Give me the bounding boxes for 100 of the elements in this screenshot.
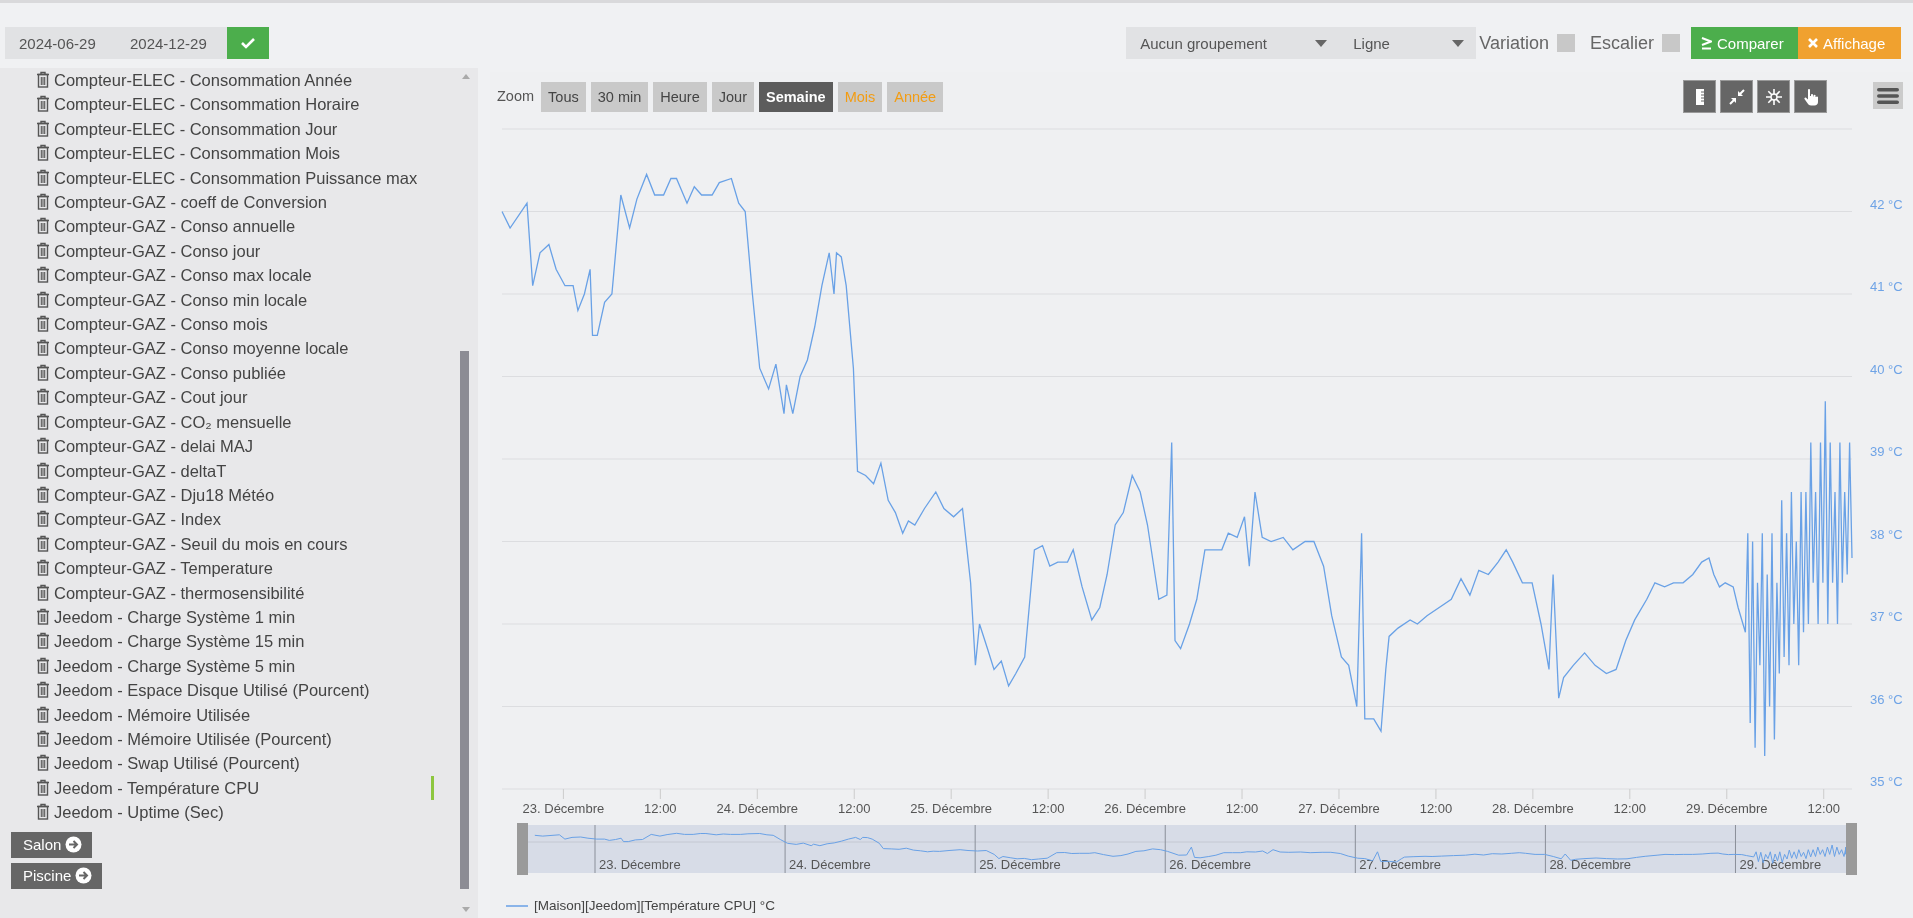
compress-arrows-icon (1728, 88, 1745, 105)
trash-icon (36, 144, 50, 162)
sidebar-item[interactable]: Jeedom - Espace Disque Utilisé (Pourcent) (36, 678, 434, 703)
sidebar-item[interactable]: Compteur-GAZ - Seuil du mois en cours (36, 531, 434, 557)
room-button[interactable]: Piscine (11, 862, 103, 889)
checkbox[interactable] (1662, 34, 1680, 52)
sidebar-item[interactable]: Compteur-ELEC - Consommation Jour (36, 116, 434, 142)
sidebar-item[interactable]: Compteur-ELEC - Consommation Année (36, 68, 434, 93)
room-button[interactable]: Salon (11, 831, 93, 858)
sidebar-item[interactable]: Jeedom - Uptime (Sec) (36, 800, 434, 825)
sidebar-item[interactable]: Compteur-GAZ - thermosensibilité (36, 580, 434, 605)
axis-label: 12:00 (1807, 801, 1840, 816)
arrow-circle-icon (65, 836, 83, 854)
sidebar-item[interactable]: Compteur-GAZ - Index (36, 507, 434, 532)
legend-item[interactable]: [Maison][Jeedom][Température CPU] °C (506, 898, 775, 913)
pointer-button[interactable] (1794, 80, 1827, 113)
axis-label: 28. Décembre (1492, 801, 1574, 816)
line-icon (506, 903, 528, 908)
sidebar-item[interactable]: Compteur-GAZ - deltaT (36, 458, 434, 483)
axis-label: 12:00 (1419, 801, 1453, 816)
arrow-circle-icon (75, 867, 93, 885)
sidebar-item[interactable]: Compteur-GAZ - Conso moyenne locale (36, 336, 434, 361)
axis-label: 40 °C (1870, 361, 1903, 377)
sidebar-item[interactable]: Compteur-GAZ - Conso publiée (36, 360, 434, 386)
sidebar-item[interactable]: Compteur-GAZ - Conso min locale (36, 287, 434, 313)
start-date-field[interactable]: 2024-06-29 (5, 27, 116, 59)
axis-label: 42 °C (1870, 196, 1903, 212)
sidebar-item[interactable]: Jeedom - Mémoire Utilisée (36, 702, 434, 727)
trash-icon (36, 534, 50, 552)
ruler-button[interactable] (1683, 80, 1716, 113)
check-icon (240, 37, 256, 49)
sidebar-item[interactable]: Compteur-GAZ - CO₂ mensuelle (36, 409, 434, 435)
sidebar-item[interactable]: Compteur-ELEC - Consommation Puissance max (36, 165, 434, 191)
navigator-label: 23. Décembre (599, 857, 681, 872)
trash-icon (36, 266, 50, 284)
trash-icon (36, 217, 50, 235)
menu-icon (1877, 86, 1899, 105)
sidebar-item[interactable]: Compteur-GAZ - Dju18 Météo (36, 482, 434, 508)
trash-icon (36, 315, 50, 333)
navigator-label: 29. Décembre (1739, 857, 1822, 872)
checkbox[interactable] (1556, 34, 1575, 52)
trash-icon (36, 632, 50, 650)
chart-type-dropdown[interactable]: Ligne (1339, 27, 1477, 59)
axis-label: 37 °C (1870, 609, 1903, 624)
sidebar-item[interactable]: Jeedom - Température CPU (36, 775, 434, 801)
zoom-button[interactable]: Tous (541, 82, 586, 112)
trash-icon (36, 729, 50, 747)
scrollbar-thumb[interactable] (460, 351, 469, 889)
trash-icon (36, 681, 50, 699)
sidebar-item[interactable]: Jeedom - Charge Système 15 min (36, 629, 434, 654)
trash-icon (36, 193, 50, 211)
zoom-button[interactable]: Semaine (758, 82, 833, 112)
zoom-button[interactable]: Jour (711, 82, 754, 112)
scroll-down-icon (462, 907, 470, 912)
trash-icon (36, 485, 50, 503)
sidebar-item[interactable]: Jeedom - Mémoire Utilisée (Pourcent) (36, 726, 434, 752)
zoom-label: Zoom (497, 88, 535, 104)
sidebar-item[interactable]: Compteur-ELEC - Consommation Mois (36, 141, 434, 166)
axis-label: 26. Décembre (1104, 801, 1186, 816)
axis-label: 39 °C (1870, 444, 1903, 459)
zoom-button[interactable]: 30 min (590, 82, 649, 112)
reset-zoom-button[interactable] (1720, 80, 1753, 113)
sidebar-item[interactable]: Compteur-GAZ - Cout jour (36, 385, 434, 410)
trash-icon (36, 95, 50, 113)
axis-label: 36 °C (1870, 691, 1903, 707)
sidebar-item[interactable]: Jeedom - Charge Système 1 min (36, 604, 434, 630)
end-date-field[interactable]: 2024-12-29 (116, 27, 227, 59)
trash-icon (36, 119, 50, 137)
trash-icon (36, 778, 50, 796)
navigator-label: 28. Décembre (1549, 857, 1632, 872)
option-label: Variation (1479, 32, 1549, 54)
option-label: Escalier (1589, 32, 1654, 54)
trash-icon (36, 559, 50, 577)
zoom-button[interactable]: Heure (653, 82, 707, 112)
cross-icon (1808, 38, 1818, 48)
sidebar-item[interactable]: Compteur-GAZ - delai MAJ (36, 434, 434, 459)
apply-button[interactable] (227, 27, 269, 59)
sidebar-item[interactable]: Compteur-ELEC - Consommation Horaire (36, 92, 434, 117)
trash-icon (36, 510, 50, 528)
sidebar-item[interactable]: Jeedom - Swap Utilisé (Pourcent) (36, 751, 434, 776)
axis-label: 12:00 (1613, 801, 1647, 816)
trash-icon (36, 437, 50, 455)
sidebar-item[interactable]: Compteur-GAZ - Temperature (36, 556, 434, 581)
navigator-handle[interactable] (1846, 823, 1857, 875)
sidebar-item[interactable]: Compteur-GAZ - Conso annuelle (36, 214, 434, 239)
axis-label: 12:00 (644, 801, 677, 816)
sidebar-item[interactable]: Compteur-GAZ - Conso max locale (36, 263, 434, 288)
axis-label: 29. Décembre (1685, 801, 1768, 816)
snowflake-button[interactable] (1757, 80, 1790, 113)
trash-icon (36, 339, 50, 357)
grouping-dropdown[interactable]: Aucun groupement (1126, 27, 1340, 59)
sidebar-item[interactable]: Compteur-GAZ - Conso jour (36, 238, 434, 264)
axis-label: 23. Décembre (522, 801, 605, 816)
trash-icon (36, 461, 50, 479)
sidebar-item[interactable]: Jeedom - Charge Système 5 min (36, 653, 434, 679)
sidebar-item[interactable]: Compteur-GAZ - coeff de Conversion (36, 190, 434, 215)
axis-label: 35 °C (1870, 774, 1903, 789)
menu-button[interactable] (1873, 82, 1903, 109)
sidebar-item[interactable]: Compteur-GAZ - Conso mois (36, 312, 434, 337)
navigator-handle[interactable] (517, 823, 528, 875)
